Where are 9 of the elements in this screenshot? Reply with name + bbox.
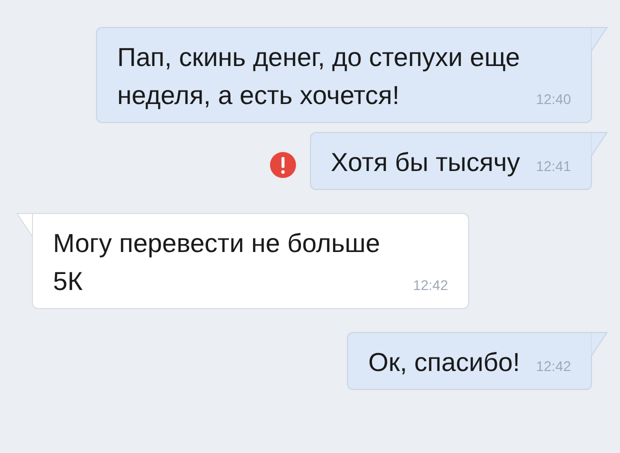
message-text: Пап, скинь денег, до степухи еще неделя, а есть хочется! (117, 41, 520, 112)
message-time: 12:40 (536, 90, 571, 109)
message-time: 12:42 (412, 276, 448, 295)
message-time: 12:41 (536, 157, 571, 176)
message-text: Хотя бы тысячу (330, 146, 520, 179)
message-time: 12:42 (536, 357, 571, 376)
message-text: Могу перевести не больше 5К (53, 227, 380, 298)
message-text: Ок, спасибо! (368, 346, 520, 379)
error-icon[interactable] (270, 152, 296, 178)
